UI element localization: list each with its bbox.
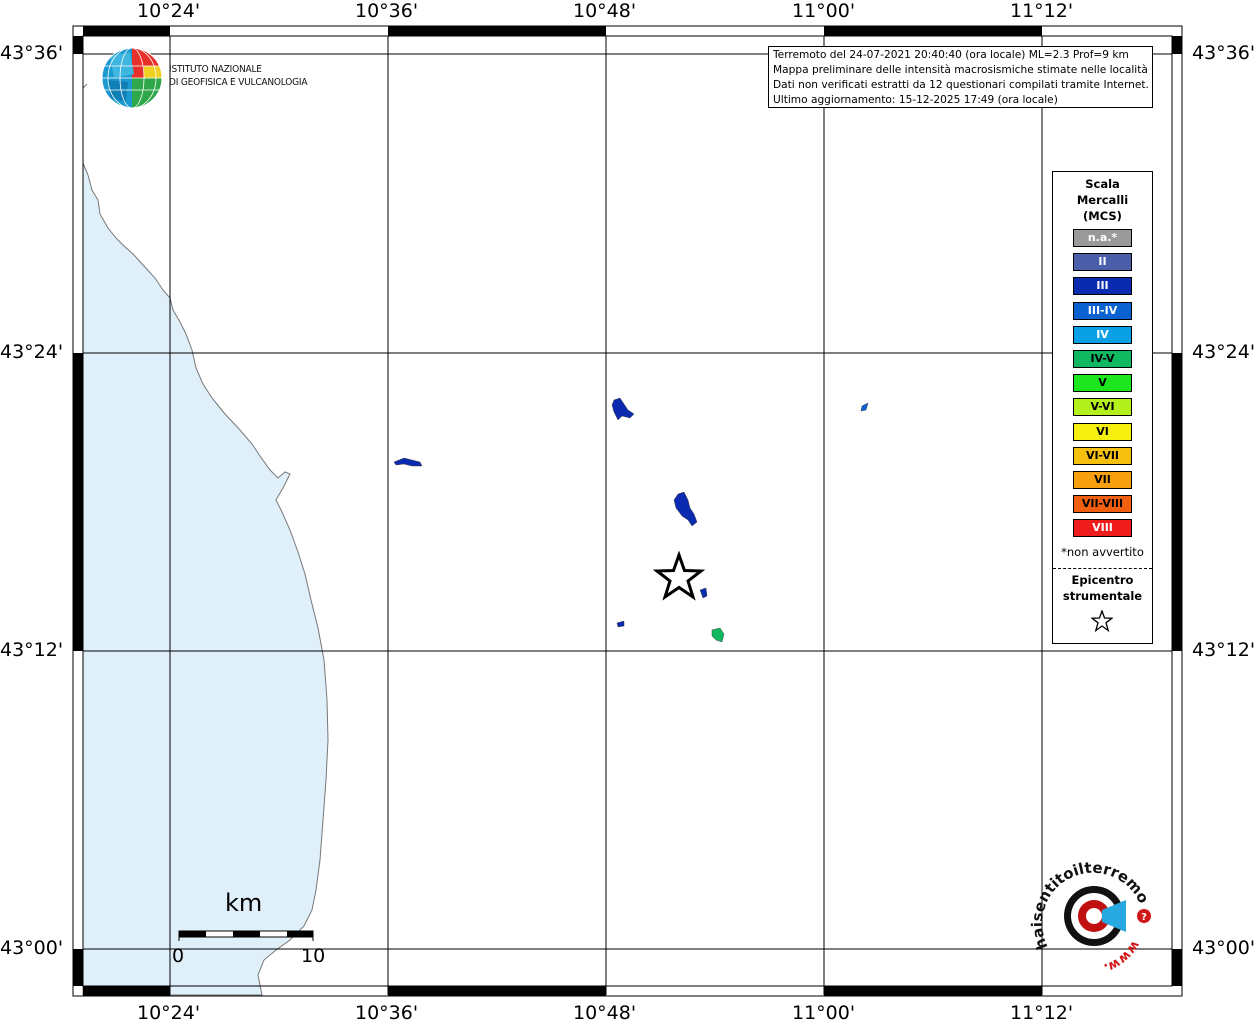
legend-title-line: Scala — [1085, 177, 1120, 191]
lon-label-top: 10°36' — [355, 0, 419, 22]
legend-title: Scala Mercalli (MCS) — [1053, 176, 1152, 224]
legend-swatch: VI — [1073, 422, 1132, 441]
lon-label-top: 11°00' — [792, 0, 856, 22]
coast-fragment — [82, 83, 88, 89]
legend-swatch: VI-VII — [1073, 446, 1132, 465]
lat-label-left: 43°24' — [0, 341, 64, 363]
event-info-line: Ultimo aggiornamento: 15-12-2025 17:49 (… — [773, 94, 1058, 106]
municipality-area — [673, 491, 698, 527]
svg-text:?: ? — [1141, 912, 1147, 923]
municipality-area — [611, 397, 635, 421]
event-info-line: Terremoto del 24-07-2021 20:40:40 (ora l… — [773, 49, 1129, 61]
municipality-area — [860, 402, 869, 412]
lat-label-right: 43°36' — [1192, 42, 1255, 64]
sea-area — [82, 162, 329, 996]
legend-swatch: II — [1073, 253, 1132, 272]
legend-swatch: VIII — [1073, 519, 1132, 538]
ingv-logo-text: ISTITUTO NAZIONALE DI GEOFISICA E VULCAN… — [169, 63, 308, 89]
legend-title-line: (MCS) — [1083, 209, 1122, 223]
lon-label-bottom: 11°00' — [792, 1002, 856, 1024]
epicenter-star-icon — [1091, 610, 1113, 632]
municipality-area — [699, 587, 708, 599]
lat-label-left: 43°12' — [0, 639, 64, 661]
legend-swatch: III-IV — [1073, 301, 1132, 320]
event-info-line: Mappa preliminare delle intensità macros… — [773, 64, 1148, 76]
ingv-name-line1: ISTITUTO NAZIONALE — [169, 64, 262, 75]
municipality-area — [393, 457, 423, 467]
lat-label-left: 43°00' — [0, 937, 64, 959]
lat-label-left: 43°36' — [0, 42, 64, 64]
lat-label-right: 43°00' — [1192, 937, 1255, 959]
legend-swatch: V — [1073, 374, 1132, 393]
legend-epicenter-label: Epicentro strumentale — [1053, 572, 1152, 604]
lon-label-bottom: 11°12' — [1010, 1002, 1074, 1024]
legend-swatches: n.a.* II III III-IV IV IV-V V V-VI VI VI-VII VII VI… — [1073, 229, 1132, 543]
scale-unit-label: km — [225, 889, 263, 917]
lon-label-top: 11°12' — [1010, 0, 1074, 22]
legend-swatch: III — [1073, 277, 1132, 296]
legend-swatch: n.a.* — [1073, 229, 1132, 247]
hsit-logo: haisentitoilterremoto.it www. ? — [1030, 862, 1153, 975]
legend-divider — [1053, 568, 1152, 569]
legend-swatch: VII-VIII — [1073, 495, 1132, 514]
scale-end-label: 10 — [301, 945, 326, 967]
lon-label-top: 10°48' — [573, 0, 637, 22]
legend-swatch: V-VI — [1073, 398, 1132, 417]
event-info-box: Terremoto del 24-07-2021 20:40:40 (ora l… — [768, 46, 1153, 108]
legend-title-line: Mercalli — [1076, 193, 1129, 207]
intensity-legend: Scala Mercalli (MCS) n.a.* II III III-IV IV I… — [1052, 171, 1153, 644]
lon-label-top: 10°24' — [137, 0, 201, 22]
hsit-logo-www: www. — [1102, 938, 1143, 975]
epicenter-star — [652, 550, 706, 601]
ingv-globe-icon — [101, 47, 163, 109]
scale-start-label: 0 — [172, 945, 185, 967]
legend-epicenter-line: Epicentro — [1071, 573, 1134, 587]
event-info-line: Dati non verificati estratti da 12 quest… — [773, 79, 1149, 91]
legend-swatch: IV-V — [1073, 349, 1132, 368]
ingv-name-line2: DI GEOFISICA E VULCANOLOGIA — [169, 77, 308, 88]
legend-swatch: VII — [1073, 470, 1132, 489]
legend-note: *non avvertito — [1061, 545, 1144, 559]
lon-label-bottom: 10°48' — [573, 1002, 637, 1024]
municipality-area — [616, 620, 625, 628]
lon-label-bottom: 10°36' — [355, 1002, 419, 1024]
lat-label-right: 43°24' — [1192, 341, 1255, 363]
ingv-logo: ISTITUTO NAZIONALE DI GEOFISICA E VULCAN… — [100, 46, 320, 112]
legend-epicenter-line: strumentale — [1062, 589, 1143, 603]
legend-swatch: IV — [1073, 325, 1132, 344]
municipality-area — [711, 627, 725, 643]
lon-label-bottom: 10°24' — [137, 1002, 201, 1024]
lat-label-right: 43°12' — [1192, 639, 1255, 661]
